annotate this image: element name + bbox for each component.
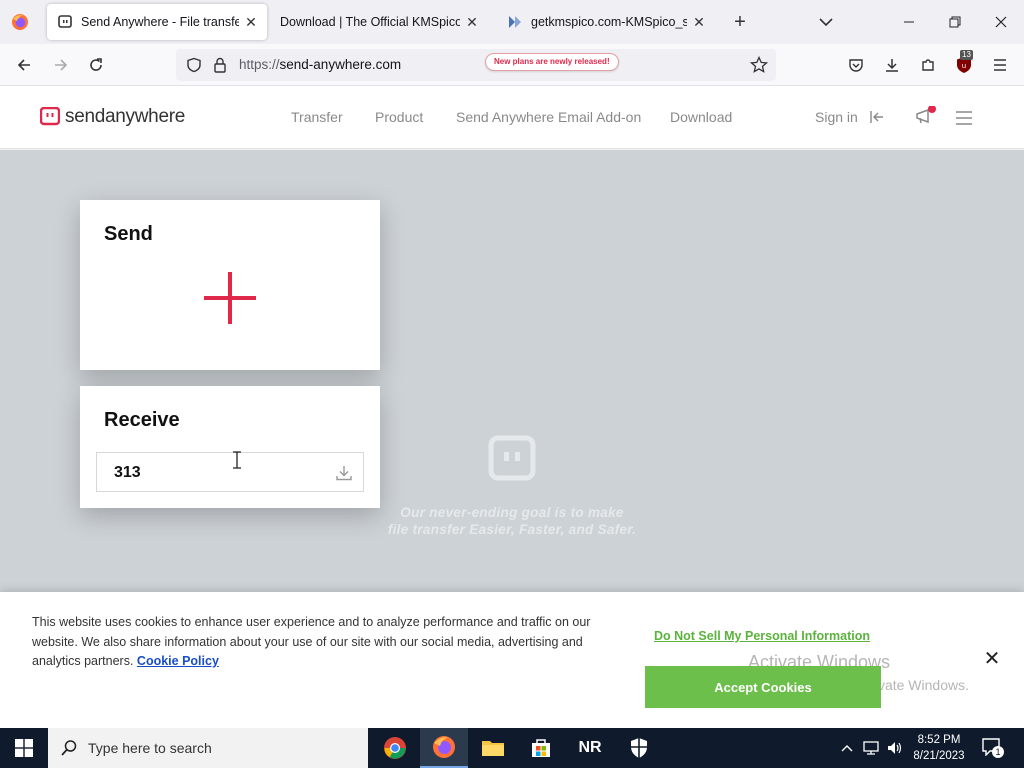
tab-label: Send Anywhere - File transfer [81,15,239,29]
system-clock[interactable]: 8:52 PM 8/21/2023 [906,732,972,764]
nav-download[interactable]: Download [670,109,732,125]
close-window-icon[interactable] [978,0,1024,44]
main-transfer-area: Send Receive 313 Our never-ending goal i… [0,150,1024,592]
site-header: sendanywhere Transfer Product Send Anywh… [0,86,1024,149]
receive-card: Receive 313 [80,386,380,508]
cookie-text: This website uses cookies to enhance use… [32,615,591,668]
tab-getkmspico[interactable]: getkmspico.com-KMSpico_setu ✕ [497,4,715,40]
firefox-taskbar-icon[interactable] [420,728,468,768]
nr-taskbar-app[interactable]: NR [566,728,614,768]
tab-label: getkmspico.com-KMSpico_setu [531,15,687,29]
browser-tab-strip: Send Anywhere - File transfer ✕ Download… [0,0,1024,44]
tracking-protection-shield-icon[interactable] [186,57,202,73]
receive-key-value: 313 [114,464,141,481]
taskbar-search-box[interactable]: Type here to search [48,728,368,768]
bookmark-star-icon[interactable] [750,56,768,74]
svg-text:u: u [962,62,966,70]
security-shield-taskbar-icon[interactable] [615,728,663,768]
extensions-puzzle-icon[interactable] [914,51,942,79]
send-card[interactable]: Send [80,200,380,370]
restore-window-icon[interactable] [932,0,978,44]
file-explorer-taskbar-icon[interactable] [469,728,517,768]
send-anywhere-watermark-logo-icon [488,435,536,481]
do-not-sell-link[interactable]: Do Not Sell My Personal Information [654,629,870,643]
volume-speaker-icon[interactable] [886,739,904,757]
add-files-plus-icon[interactable] [204,272,256,324]
reload-icon[interactable] [82,51,110,79]
cookie-policy-link[interactable]: Cookie Policy [137,654,219,668]
announcement-megaphone-icon[interactable] [914,106,938,126]
accept-cookies-button[interactable]: Accept Cookies [645,666,881,708]
site-menu-hamburger-icon[interactable] [955,111,973,125]
app-menu-hamburger-icon[interactable] [986,51,1014,79]
lock-icon[interactable] [213,57,227,73]
ublock-extension-icon[interactable]: u 13 [950,50,978,79]
tab-label: Download | The Official KMSpico Si [280,15,460,29]
windows-taskbar: Type here to search NR 8:52 PM 8/21/2023… [0,728,1024,768]
firefox-menu-icon[interactable] [11,13,29,31]
clock-date: 8/21/2023 [913,750,965,762]
download-icon[interactable] [335,464,353,482]
extension-badge: 13 [960,50,973,60]
text-cursor-icon [233,451,241,469]
sign-in-link[interactable]: Sign in [815,109,858,125]
close-tab-icon[interactable]: ✕ [460,10,484,34]
forward-arrow-icon[interactable] [47,51,75,79]
nr-label: NR [578,739,602,756]
windows-start-icon[interactable] [0,728,48,768]
tagline: Our never-ending goal is to make file tr… [387,505,637,537]
receive-title: Receive [104,409,180,431]
search-icon [61,740,77,756]
microsoft-store-taskbar-icon[interactable] [517,728,565,768]
send-anywhere-logo[interactable]: sendanywhere [40,106,185,128]
network-icon[interactable] [862,739,880,757]
close-tab-icon[interactable]: ✕ [239,10,263,34]
tab-send-anywhere[interactable]: Send Anywhere - File transfer ✕ [47,4,267,40]
send-anywhere-logo-icon [40,107,60,126]
notification-count-badge: 1 [992,746,1004,758]
new-tab-icon[interactable]: + [728,10,752,34]
search-placeholder: Type here to search [88,740,212,756]
cookie-consent-banner: This website uses cookies to enhance use… [0,592,1024,728]
getkmspico-favicon-icon [509,16,521,28]
send-title: Send [104,223,153,245]
clock-time: 8:52 PM [917,734,961,746]
nav-transfer[interactable]: Transfer [291,109,343,125]
tab-kmspico-download[interactable]: Download | The Official KMSpico Si ✕ [270,4,488,40]
logo-wordmark: sendanywhere [65,106,185,127]
close-tab-icon[interactable]: ✕ [687,10,711,34]
pocket-icon[interactable] [842,51,870,79]
sign-in-arrow-icon[interactable] [869,110,885,124]
list-all-tabs-icon[interactable] [814,12,838,32]
nav-product[interactable]: Product [375,109,423,125]
show-hidden-icons-chevron-icon[interactable] [838,739,856,757]
url-text: https://send-anywhere.com [239,57,402,72]
downloads-icon[interactable] [878,51,906,79]
back-arrow-icon[interactable] [10,51,38,79]
new-plans-badge[interactable]: New plans are newly released! [485,53,619,71]
minimize-window-icon[interactable] [886,0,932,44]
address-bar[interactable]: https://send-anywhere.com [176,49,776,81]
nav-email-addon[interactable]: Send Anywhere Email Add-on [456,109,641,125]
receive-key-input[interactable]: 313 [96,452,364,492]
chrome-taskbar-icon[interactable] [371,728,419,768]
close-icon[interactable]: ✕ [982,649,1002,670]
action-center-notification-icon[interactable]: 1 [982,738,1004,758]
send-anywhere-favicon-icon [58,15,72,28]
